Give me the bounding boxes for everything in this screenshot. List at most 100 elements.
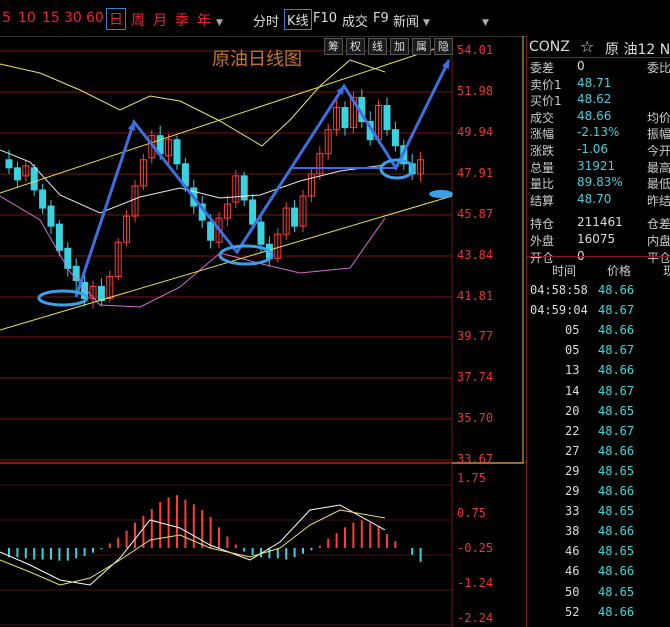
f9-button[interactable]: F9 <box>373 11 389 26</box>
tick-price: 48.66 <box>598 323 635 338</box>
quote-label: 持仓 <box>530 217 555 232</box>
price-axis-label: 51.98 <box>457 84 494 98</box>
candle-body <box>13 167 21 181</box>
target-marker <box>429 190 453 198</box>
price-axis-label: 37.74 <box>457 370 494 384</box>
macd-axis-label: 0.75 <box>457 506 486 520</box>
add-button[interactable]: 加 <box>390 38 409 55</box>
candle-body <box>97 285 105 302</box>
symbol-code: CONZ <box>529 39 570 55</box>
kline-chart-area[interactable] <box>0 36 525 627</box>
tick-price: 48.65 <box>598 544 635 559</box>
more-dropdown-icon[interactable]: ▼ <box>482 18 489 28</box>
period-15[interactable]: 15 <box>42 10 60 26</box>
tick-price: 48.65 <box>598 504 635 519</box>
arrowhead-icon <box>127 122 136 131</box>
quote-value: 48.62 <box>577 92 612 107</box>
macd-axis-label: 1.75 <box>457 471 486 485</box>
quote-value: 48.71 <box>577 75 612 90</box>
quote-row: 结算 48.70 昨结 <box>530 192 670 209</box>
news-button[interactable]: 新闻 <box>393 11 419 30</box>
quote-right-label: 最低 <box>647 177 670 192</box>
quote-row: 量比 89.83% 最低 <box>530 175 670 192</box>
candle-body <box>341 107 349 129</box>
tick-price: 48.66 <box>598 443 635 458</box>
tick-price: 48.67 <box>598 303 635 318</box>
kline-button[interactable]: K线 <box>284 9 312 30</box>
tick-price: 48.67 <box>598 343 635 358</box>
hide-button[interactable]: 隐 <box>434 38 453 55</box>
quote-value: 211461 <box>577 215 623 230</box>
rights-button[interactable]: 权 <box>346 38 365 55</box>
quote-value: 89.83% <box>577 175 623 190</box>
tick-time: 22 <box>565 423 580 438</box>
chart-title: 原油日线图 <box>212 49 302 70</box>
attribute-button[interactable]: 属 <box>412 38 431 55</box>
period-5[interactable]: 5 <box>2 10 11 26</box>
period-week[interactable]: 周 <box>131 10 145 30</box>
period-30[interactable]: 30 <box>64 10 82 26</box>
quote-row: 涨跌 -1.06 今开 <box>530 142 670 159</box>
candle-body <box>383 104 391 131</box>
quote-value: 48.70 <box>577 191 612 206</box>
tick-time: 04:58:58 <box>530 283 588 297</box>
quote-right-label: 振幅 <box>647 127 670 142</box>
tick-price: 48.66 <box>598 283 635 297</box>
tick-time: 29 <box>565 484 580 498</box>
quote-right-label: 均价 <box>647 110 670 125</box>
quote-label: 买价1 <box>530 94 562 109</box>
price-axis-label: 49.94 <box>457 125 494 139</box>
quote-label: 开仓 <box>530 250 555 265</box>
period-year[interactable]: 年 <box>197 10 211 30</box>
tick-header-time: 时间 <box>552 264 577 278</box>
quote-label: 成交 <box>530 110 555 125</box>
period-day[interactable]: 日 <box>106 8 126 30</box>
candle-body <box>39 189 47 209</box>
quote-label: 外盘 <box>530 234 555 248</box>
tick-time: 05 <box>565 343 580 358</box>
period-60[interactable]: 60 <box>86 10 104 26</box>
price-axis-label: 35.70 <box>457 411 494 425</box>
quote-value: -2.13% <box>577 125 620 140</box>
quote-label: 总量 <box>530 160 555 175</box>
line-button[interactable]: 线 <box>368 38 387 55</box>
tick-time: 33 <box>565 504 580 519</box>
tick-time: 38 <box>565 524 580 539</box>
candle-body <box>30 167 38 191</box>
tick-header-price: 价格 <box>607 264 632 278</box>
macd-axis-label: -2.24 <box>457 611 494 625</box>
quote-row: 开仓0平仓 <box>530 249 670 266</box>
favorite-star-icon[interactable]: ☆ <box>580 37 594 56</box>
kline-chart-svg <box>0 36 525 627</box>
price-axis-label: 33.67 <box>457 452 494 466</box>
quote-label: 结算 <box>530 193 555 208</box>
news-dropdown-icon[interactable]: ▼ <box>423 18 430 28</box>
quote-value: 0 <box>577 59 585 73</box>
quote-right-label: 仓差 <box>647 217 670 232</box>
tick-time: 13 <box>565 363 580 378</box>
candle-body <box>47 205 55 227</box>
quote-row: 持仓 211461 仓差 <box>530 215 670 232</box>
period-season[interactable]: 季 <box>175 10 189 30</box>
trades-button[interactable]: 成交 <box>342 11 368 30</box>
tick-time: 14 <box>565 383 580 398</box>
tick-time: 27 <box>565 443 580 458</box>
tick-price: 48.65 <box>598 584 635 599</box>
pivot-ellipse <box>37 289 89 307</box>
period-10[interactable]: 10 <box>18 10 36 26</box>
tick-price: 48.67 <box>598 383 635 398</box>
fenshi-button[interactable]: 分时 <box>253 11 279 30</box>
quote-label: 卖价1 <box>530 77 562 92</box>
candle-body <box>257 221 265 245</box>
quote-row: 买价1 48.62 <box>530 92 611 109</box>
period-dropdown-icon[interactable]: ▼ <box>216 18 223 28</box>
quote-right-label: 内盘 <box>647 234 670 248</box>
quote-value: -1.06 <box>577 142 609 156</box>
period-toolbar: 5 10 15 30 60 日 周 月 季 年 ▼ 分时 K线 F10 成交 F… <box>0 0 670 37</box>
period-month[interactable]: 月 <box>153 10 167 30</box>
chip-button[interactable]: 筹 <box>324 38 343 55</box>
tick-price: 48.66 <box>598 363 635 378</box>
divider <box>527 57 670 58</box>
f10-button[interactable]: F10 <box>313 11 337 26</box>
quote-label: 委差 <box>530 61 555 75</box>
